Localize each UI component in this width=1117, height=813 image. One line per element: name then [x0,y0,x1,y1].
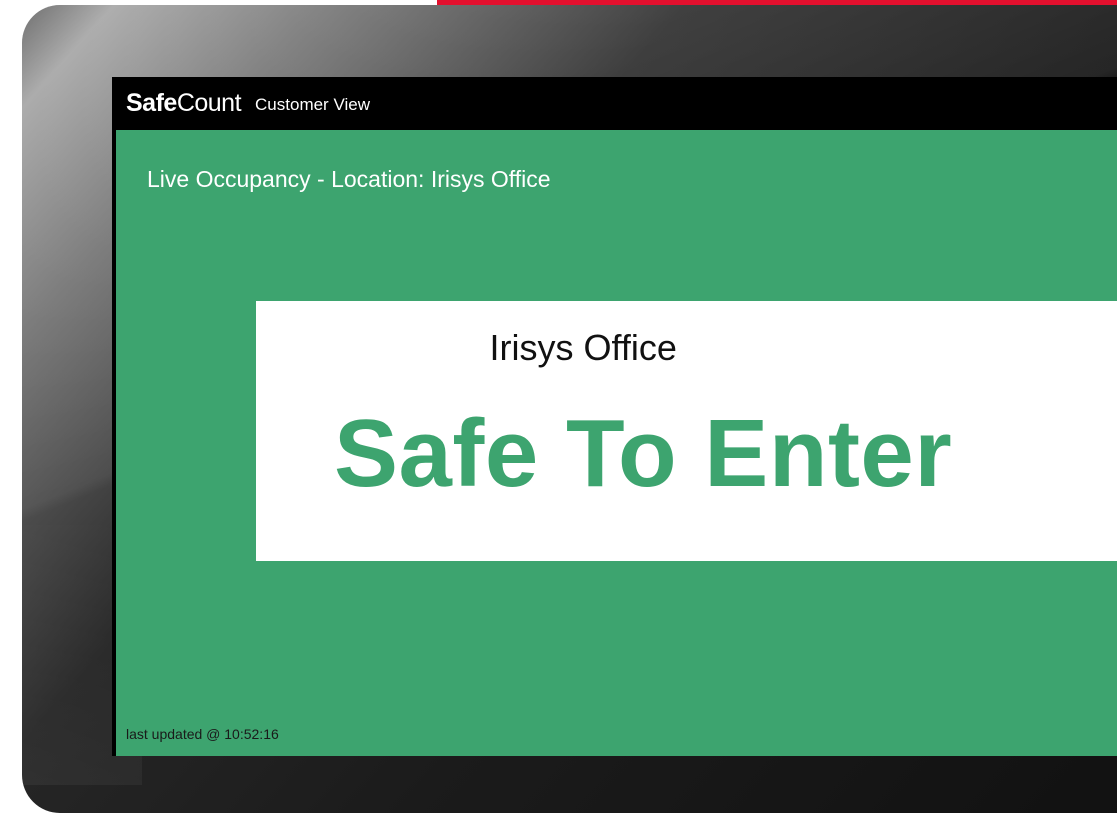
status-card: Irisys Office Safe To Enter [256,301,1117,561]
last-updated-timestamp: last updated @ 10:52:16 [126,726,279,742]
brand-logo-light: Count [176,89,242,117]
page-title: Live Occupancy - Location: Irisys Office [147,166,551,192]
view-label: Customer View [255,95,370,114]
top-bar: SafeCount Customer View [112,77,1117,130]
location-name: Irisys Office [153,327,1014,369]
brand-logo: SafeCount [126,89,242,118]
brand-logo-bold: Safe [126,89,177,117]
status-message: Safe To Enter [334,400,953,507]
location-name-text: Irisys Office [489,327,677,368]
display-screen: SafeCount Customer View Live Occupancy -… [112,77,1117,756]
occupancy-panel: Live Occupancy - Location: Irisys Office… [116,130,1117,756]
